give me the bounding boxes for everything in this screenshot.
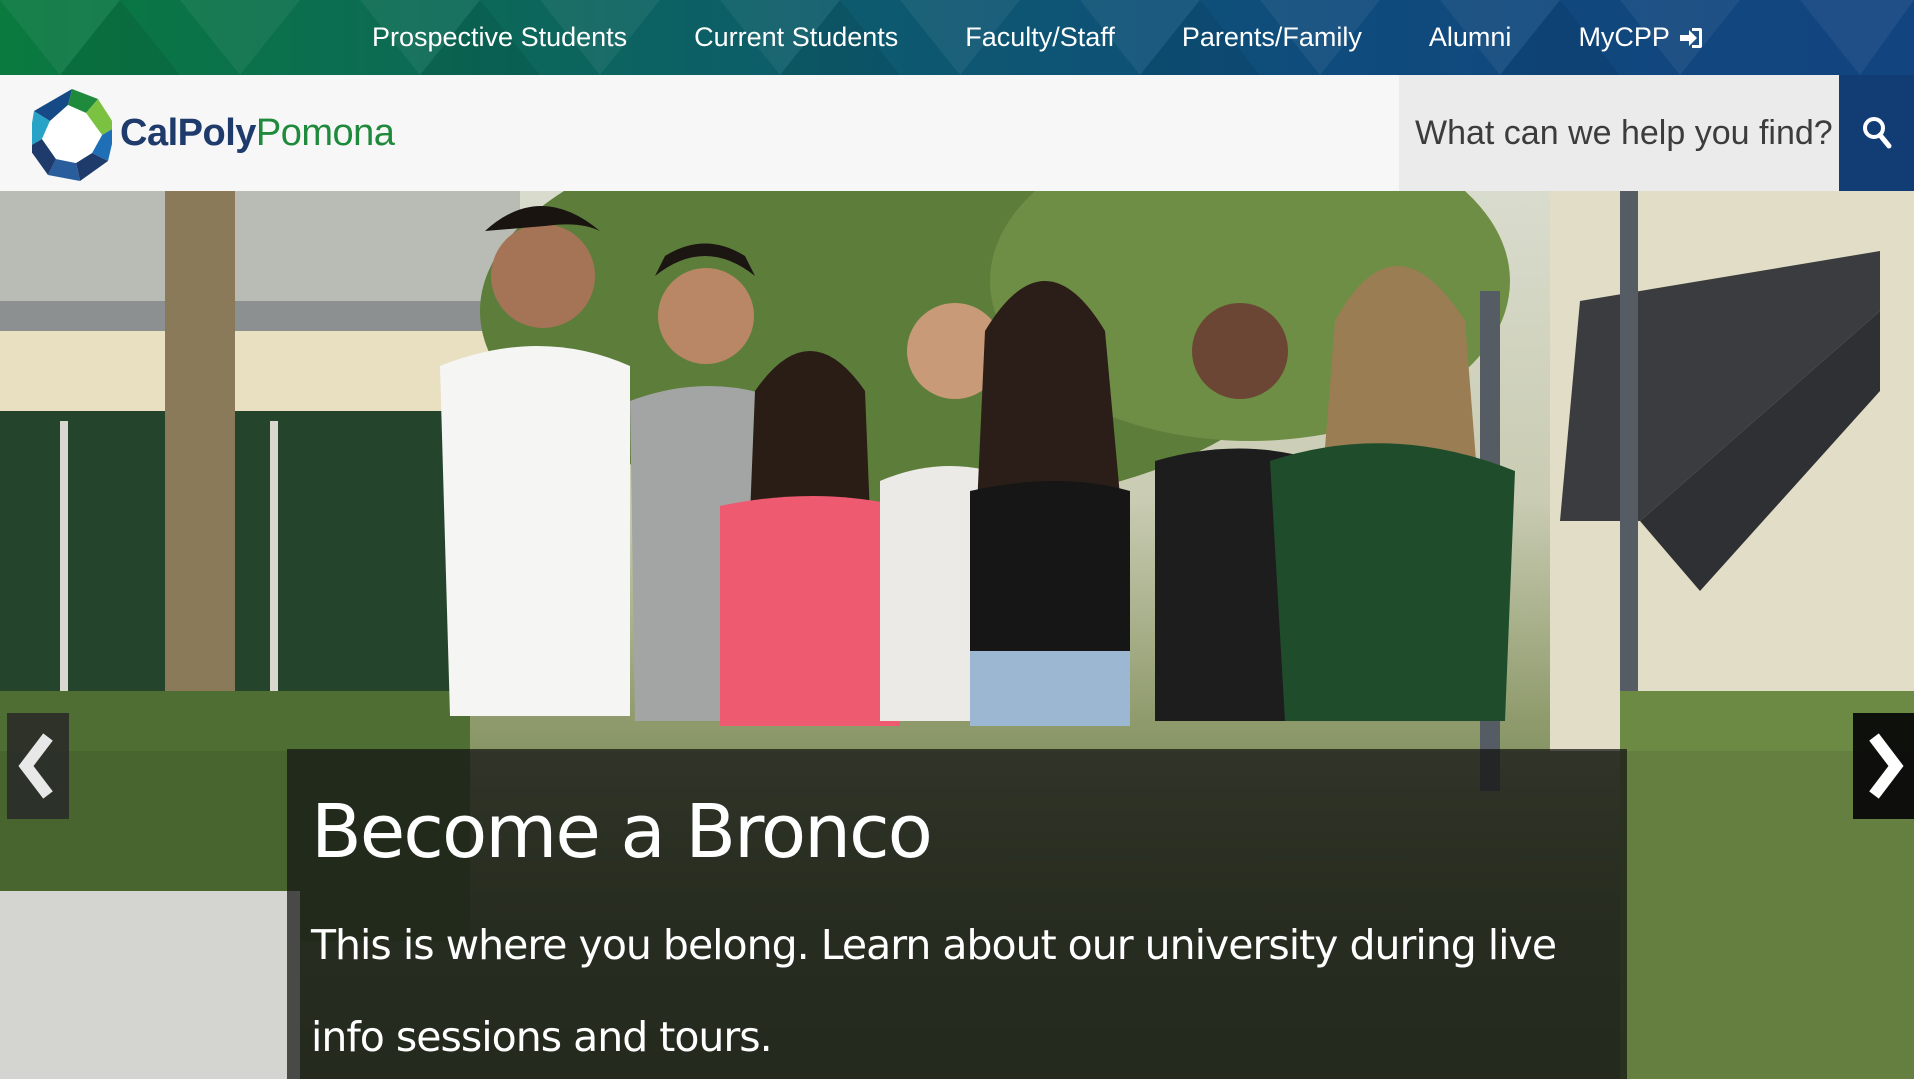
octagon-logo-icon <box>32 89 112 181</box>
audience-nav: Prospective Students Current Students Fa… <box>0 0 1914 75</box>
cpp-logo[interactable]: CalPolyPomona <box>32 83 395 183</box>
search-input[interactable] <box>1399 75 1839 191</box>
chevron-right-icon <box>1869 733 1904 799</box>
carousel-next-button[interactable] <box>1853 713 1914 819</box>
nav-mycpp[interactable]: MyCPP <box>1578 22 1704 53</box>
hero-description: This is where you belong. Learn about ou… <box>311 921 1557 1061</box>
nav-parents-family[interactable]: Parents/Family <box>1182 22 1362 53</box>
nav-alumni[interactable]: Alumni <box>1429 22 1512 53</box>
hero-title: Become a Bronco <box>311 789 933 875</box>
nav-faculty-staff[interactable]: Faculty/Staff <box>965 22 1115 53</box>
nav-prospective-students[interactable]: Prospective Students <box>372 22 627 53</box>
hero-carousel: Become a Bronco This is where you belong… <box>0 191 1914 1079</box>
sign-in-icon <box>1679 27 1702 48</box>
chevron-left-icon <box>18 733 53 799</box>
site-header: CalPolyPomona <box>0 75 1914 191</box>
logo-wordmark: CalPolyPomona <box>120 111 395 154</box>
search-button[interactable] <box>1839 75 1914 191</box>
search-icon <box>1862 117 1891 149</box>
carousel-prev-button[interactable] <box>7 713 69 819</box>
hero-caption: Become a Bronco This is where you belong… <box>287 749 1627 1079</box>
nav-current-students[interactable]: Current Students <box>694 22 898 53</box>
